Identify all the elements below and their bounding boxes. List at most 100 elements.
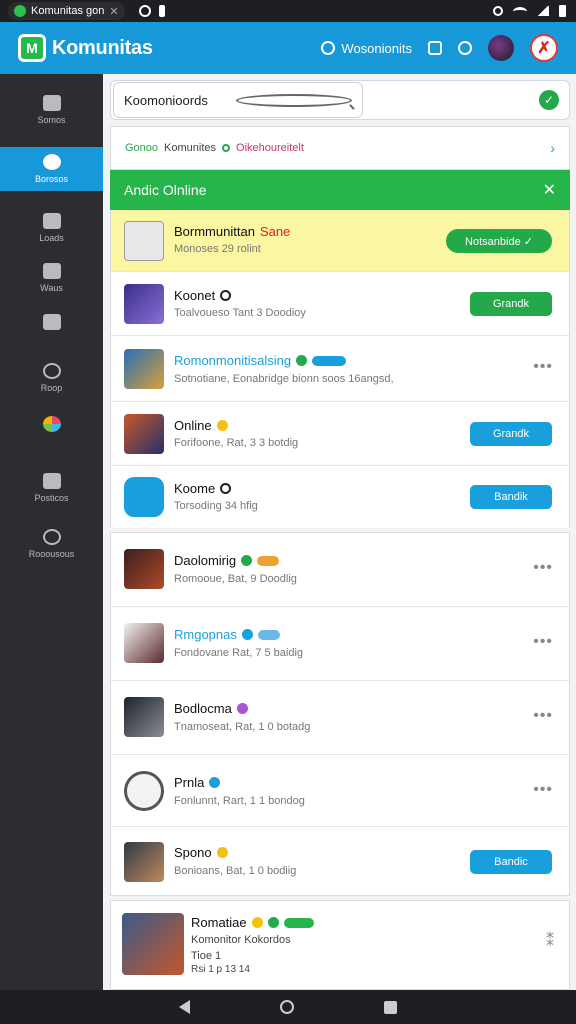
list-item[interactable]: Koome Torsoding 34 hfig Bandik [111, 466, 569, 528]
list-item[interactable]: Rmgopnas Fondovane Rat, 7 5 baidig ••• [111, 607, 569, 681]
community-name-text: Online [174, 418, 212, 433]
sidebar-item-label: Rooousous [28, 549, 75, 559]
community-name: Online [174, 418, 228, 433]
community-list-secondary: Daolomirig Romooue, Bat, 9 Doodlig ••• R… [110, 532, 570, 896]
community-name: Koome [174, 481, 232, 496]
user-icon[interactable] [458, 41, 472, 55]
community-meta: Bonioans, Bat, 1 0 bodiig [174, 865, 297, 877]
browser-tab[interactable]: Komunitas gon ✕ [8, 2, 125, 20]
sidebar-item-posticos[interactable]: Posticos [0, 466, 103, 510]
list-item[interactable]: Online Forifoone, Rat, 3 3 botdig Grandk [111, 402, 569, 466]
tab-close-icon[interactable]: ✕ [109, 5, 118, 18]
community-meta: Sotnotiane, Eonabridge bionn soos 16angs… [174, 373, 394, 385]
list-item[interactable]: Koonet Toalvoueso Tant 3 Doodioy Grandk [111, 272, 569, 336]
community-name: Prnla [174, 775, 221, 790]
community-meta: Fondovane Rat, 7 5 baidig [174, 647, 304, 659]
apps-icon [42, 416, 61, 432]
community-thumbnail [124, 284, 164, 324]
notification-icon [158, 5, 165, 17]
status-badge [257, 555, 280, 566]
sidebar-item-label: Roop [40, 383, 63, 393]
featured-community[interactable]: Romatiae Komonitor Kokordos Tioe 1 Rsi 1… [110, 900, 570, 990]
list-item[interactable]: Prnla Fonlunnt, Rart, 1 1 bondog ••• [111, 755, 569, 827]
banner-label: Andic Olnline [124, 182, 207, 198]
join-button[interactable]: Bandik [470, 485, 552, 509]
share-icon[interactable] [428, 41, 442, 55]
join-button[interactable]: Grandk [470, 422, 552, 446]
link-icon [321, 41, 336, 55]
community-name: Rmgopnas [174, 627, 280, 642]
join-button[interactable]: Bandic [470, 850, 552, 874]
emoji-icon [216, 420, 228, 431]
chevron-right-icon[interactable]: › [550, 140, 555, 156]
list-item[interactable]: Romonmonitisalsing Sotnotiane, Eonabridg… [111, 336, 569, 402]
community-meta: Komonitor Kokordos [191, 934, 291, 946]
home-button-icon[interactable] [280, 1000, 294, 1014]
list-item[interactable]: Spono Bonioans, Bat, 1 0 bodiig Bandic [111, 827, 569, 897]
system-nav-bar [0, 990, 576, 1024]
search-input[interactable]: Koomonioords [113, 82, 363, 118]
close-icon[interactable]: ✕ [543, 180, 556, 200]
recents-icon[interactable] [384, 1000, 397, 1014]
community-name: Daolomirig [174, 553, 280, 568]
list-item[interactable]: Bormmunittan Sane Monoses 29 rolint Nots… [111, 210, 569, 272]
list-item[interactable]: Bodlocma Tnamoseat, Rat, 1 0 botadg ••• [111, 681, 569, 755]
window-icon [42, 314, 61, 330]
sidebar-item-apps[interactable] [0, 402, 103, 446]
community-name-text: Daolomirig [174, 553, 237, 568]
community-meta: Torsoding 34 hfig [174, 500, 258, 512]
emoji-icon [251, 917, 263, 928]
breadcrumb: Gonoo Komunites Oikehoureitelt › [110, 126, 570, 170]
community-name: Romatiae [191, 915, 314, 930]
breadcrumb-communities[interactable]: Komunites [164, 142, 216, 154]
community-thumbnail [124, 221, 164, 261]
more-options-icon[interactable]: ⁑ [546, 931, 555, 951]
header-link[interactable]: Wosonionits [321, 41, 412, 56]
sidebar-item-loads[interactable]: Loads [0, 206, 103, 250]
main-content: Koomonioords ✓ Gonoo Komunites Oikehoure… [103, 74, 576, 990]
community-name: Spono [174, 845, 228, 860]
more-options-icon[interactable]: ••• [533, 358, 553, 376]
header-link-label: Wosonionits [341, 40, 412, 56]
more-options-icon[interactable]: ••• [533, 559, 553, 577]
list-item[interactable]: Daolomirig Romooue, Bat, 9 Doodlig ••• [111, 533, 569, 607]
communities-icon [42, 154, 61, 170]
community-thumbnail [124, 477, 164, 517]
community-name-text: Spono [174, 845, 212, 860]
online-banner: Andic Olnline ✕ [110, 170, 570, 210]
more-options-icon[interactable]: ••• [533, 707, 553, 725]
community-thumbnail [124, 623, 164, 663]
app-title: Komunitas [52, 36, 153, 59]
breadcrumb-games[interactable]: Gonoo [125, 142, 158, 154]
community-name-text: Koome [174, 481, 216, 496]
back-icon[interactable] [179, 1000, 190, 1014]
community-thumbnail [124, 349, 164, 389]
community-thumbnail [124, 697, 164, 737]
confirm-check-icon[interactable]: ✓ [539, 90, 559, 110]
profile-avatar[interactable]: ✗ [530, 34, 558, 62]
alarm-icon [493, 6, 503, 16]
sidebar-item-home[interactable]: Somos [0, 88, 103, 132]
sidebar-item-communities[interactable]: Borosos [0, 147, 103, 191]
leaf-icon [241, 555, 253, 566]
notifications-button[interactable]: Notsanbide ✓ [446, 229, 552, 253]
sidebar-item-window[interactable] [0, 300, 103, 344]
community-name-text: Prnla [174, 775, 205, 790]
avatar[interactable] [488, 35, 514, 61]
search-icon [42, 363, 61, 379]
search-icon[interactable] [236, 93, 352, 107]
join-button[interactable]: Grandk [470, 292, 552, 316]
more-options-icon[interactable]: ••• [533, 781, 553, 799]
wifi-icon [513, 6, 527, 16]
sidebar-item-label: Somos [37, 115, 66, 125]
sidebar-item-rooousous[interactable]: Rooousous [0, 522, 103, 566]
community-meta-2: Tioe 1 [191, 950, 222, 962]
more-options-icon[interactable]: ••• [533, 633, 553, 651]
app-logo-icon[interactable]: M [18, 34, 46, 62]
app-root: Komunitas gon ✕ M Komunitas Wosonionits … [0, 0, 576, 1024]
status-badge [312, 355, 347, 366]
sidebar-item-roop[interactable]: Roop [0, 356, 103, 400]
status-indicators [493, 5, 566, 17]
community-meta: Fonlunnt, Rart, 1 1 bondog [174, 795, 305, 807]
sidebar-item-waus[interactable]: Waus [0, 256, 103, 300]
